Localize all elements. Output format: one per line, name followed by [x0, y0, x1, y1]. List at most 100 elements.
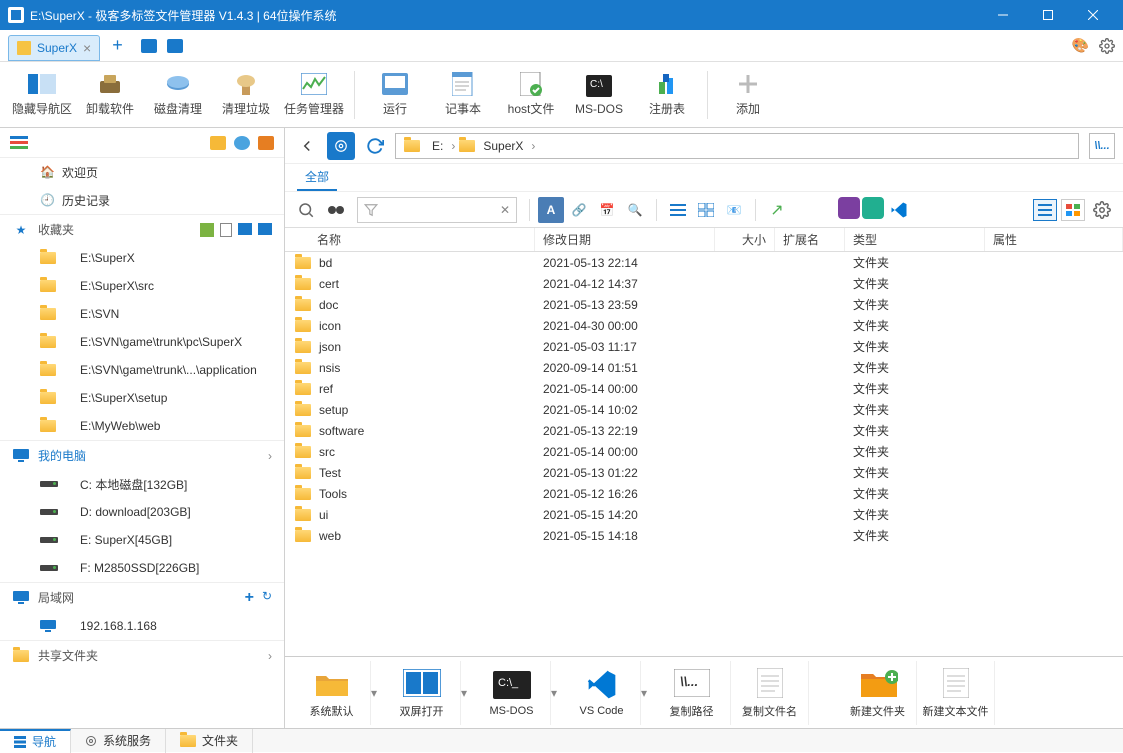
sidebar-history[interactable]: 🕘 历史记录: [0, 186, 284, 214]
col-size[interactable]: 大小: [715, 228, 775, 251]
file-row[interactable]: ref2021-05-14 00:00文件夹: [285, 378, 1123, 399]
status-tab-nav[interactable]: 导航: [0, 729, 71, 753]
back-button[interactable]: [293, 132, 321, 160]
bb-new-text-file[interactable]: 新建文本文件: [917, 661, 995, 725]
sidebar-drive-item[interactable]: F: M2850SSD[226GB]: [0, 554, 284, 582]
bb-copy-filename[interactable]: 复制文件名: [731, 661, 809, 725]
refresh-button[interactable]: [361, 132, 389, 160]
settings-nav-button[interactable]: [327, 132, 355, 160]
calendar-icon[interactable]: [258, 136, 274, 150]
new-tab-button[interactable]: +: [112, 35, 123, 56]
clear-icon[interactable]: ✕: [500, 203, 510, 217]
tab-close-icon[interactable]: ×: [83, 41, 91, 55]
host-file-button[interactable]: host文件: [497, 65, 565, 125]
dropdown-icon[interactable]: ▾: [461, 686, 473, 700]
sidebar-lan-item[interactable]: 192.168.1.168: [0, 612, 284, 640]
sidebar-drive-item[interactable]: D: download[203GB]: [0, 498, 284, 526]
file-row[interactable]: doc2021-05-13 23:59文件夹: [285, 294, 1123, 315]
link-icon[interactable]: 🔗: [566, 197, 592, 223]
file-row[interactable]: software2021-05-13 22:19文件夹: [285, 420, 1123, 441]
file-row[interactable]: nsis2020-09-14 01:51文件夹: [285, 357, 1123, 378]
notepad-button[interactable]: 记事本: [429, 65, 497, 125]
disk-clean-button[interactable]: 磁盘清理: [144, 65, 212, 125]
bb-new-folder[interactable]: 新建文件夹: [839, 661, 917, 725]
breadcrumb-folder[interactable]: SuperX: [479, 139, 527, 153]
maximize-button[interactable]: [1025, 0, 1070, 30]
col-name[interactable]: 名称: [285, 228, 535, 251]
palette-icon[interactable]: 🎨: [1072, 37, 1089, 54]
sidebar-drive-item[interactable]: E: SuperX[45GB]: [0, 526, 284, 554]
search-icon[interactable]: [293, 197, 319, 223]
breadcrumb-drive[interactable]: E:: [428, 139, 447, 153]
filter-input[interactable]: ✕: [357, 197, 517, 223]
col-ext[interactable]: 扩展名: [775, 228, 845, 251]
sidebar-favorite-item[interactable]: E:\SuperX\src: [0, 272, 284, 300]
toggle-nav-button[interactable]: 隐藏导航区: [8, 65, 76, 125]
view-details-button[interactable]: [1033, 199, 1057, 221]
sidebar-welcome[interactable]: 🏠 欢迎页: [0, 158, 284, 186]
phpstorm-icon[interactable]: [838, 197, 860, 219]
doc-green-icon[interactable]: [200, 223, 214, 237]
file-row[interactable]: ui2021-05-15 14:20文件夹: [285, 504, 1123, 525]
col-type[interactable]: 类型: [845, 228, 985, 251]
share-icon[interactable]: ↗: [764, 197, 790, 223]
file-row[interactable]: json2021-05-03 11:17文件夹: [285, 336, 1123, 357]
address-bar[interactable]: E: › SuperX ›: [395, 133, 1079, 159]
file-row[interactable]: src2021-05-14 00:00文件夹: [285, 441, 1123, 462]
menu-icon[interactable]: [10, 136, 28, 150]
doc-icon[interactable]: [220, 223, 232, 237]
grid-view-icon[interactable]: [693, 197, 719, 223]
section-lan[interactable]: 局域网 + ↻: [0, 582, 284, 612]
pycharm-icon[interactable]: [862, 197, 884, 219]
minimize-button[interactable]: [980, 0, 1025, 30]
settings-icon[interactable]: [1099, 38, 1115, 54]
bb-copy-path[interactable]: \\... 复制路径: [653, 661, 731, 725]
dropdown-icon[interactable]: ▾: [371, 686, 383, 700]
file-row[interactable]: bd2021-05-13 22:14文件夹: [285, 252, 1123, 273]
bb-msdos[interactable]: C:\_ MS-DOS: [473, 661, 551, 725]
sidebar-drive-item[interactable]: C: 本地磁盘[132GB]: [0, 470, 284, 498]
file-row[interactable]: setup2021-05-14 10:02文件夹: [285, 399, 1123, 420]
tab-superx[interactable]: SuperX ×: [8, 35, 100, 61]
run-button[interactable]: 运行: [361, 65, 429, 125]
settings-icon[interactable]: [1089, 197, 1115, 223]
plus-icon[interactable]: +: [245, 589, 254, 607]
view-icons-button[interactable]: [1061, 199, 1085, 221]
col-date[interactable]: 修改日期: [535, 228, 715, 251]
mail-icon[interactable]: 📧: [721, 197, 747, 223]
bb-vscode[interactable]: VS Code: [563, 661, 641, 725]
window-blue-icon[interactable]: [238, 223, 252, 235]
section-favorites[interactable]: ★ 收藏夹: [0, 214, 284, 244]
list-view-icon[interactable]: [665, 197, 691, 223]
font-icon[interactable]: A: [538, 197, 564, 223]
sidebar-favorite-item[interactable]: E:\SuperX: [0, 244, 284, 272]
file-row[interactable]: icon2021-04-30 00:00文件夹: [285, 315, 1123, 336]
sidebar-favorite-item[interactable]: E:\MyWeb\web: [0, 412, 284, 440]
sidebar-favorite-item[interactable]: E:\SVN\game\trunk\...\application: [0, 356, 284, 384]
col-attr[interactable]: 属性: [985, 228, 1123, 251]
add-button[interactable]: 添加: [714, 65, 782, 125]
file-row[interactable]: web2021-05-15 14:18文件夹: [285, 525, 1123, 546]
sidebar-favorite-item[interactable]: E:\SVN: [0, 300, 284, 328]
globe-icon[interactable]: [234, 136, 250, 150]
path-mode-button[interactable]: \\...: [1089, 133, 1115, 159]
status-tab-services[interactable]: 系统服务: [71, 729, 166, 753]
bb-system-default[interactable]: 系统默认: [293, 661, 371, 725]
file-row[interactable]: Tools2021-05-12 16:26文件夹: [285, 483, 1123, 504]
refresh-icon[interactable]: ↻: [262, 589, 272, 607]
registry-button[interactable]: 注册表: [633, 65, 701, 125]
bb-dual-screen[interactable]: 双屏打开: [383, 661, 461, 725]
folder-yellow-icon[interactable]: [210, 136, 226, 150]
file-row[interactable]: cert2021-04-12 14:37文件夹: [285, 273, 1123, 294]
dropdown-icon[interactable]: ▾: [551, 686, 563, 700]
window-icon[interactable]: [141, 39, 157, 53]
close-button[interactable]: [1070, 0, 1115, 30]
msdos-button[interactable]: C:\ MS-DOS: [565, 65, 633, 125]
screen-icon[interactable]: [258, 223, 272, 235]
task-manager-button[interactable]: 任务管理器: [280, 65, 348, 125]
section-share[interactable]: 共享文件夹 ›: [0, 640, 284, 670]
clean-junk-button[interactable]: 清理垃圾: [212, 65, 280, 125]
binoculars-icon[interactable]: [323, 197, 349, 223]
sidebar-favorite-item[interactable]: E:\SuperX\setup: [0, 384, 284, 412]
uninstall-button[interactable]: 卸载软件: [76, 65, 144, 125]
